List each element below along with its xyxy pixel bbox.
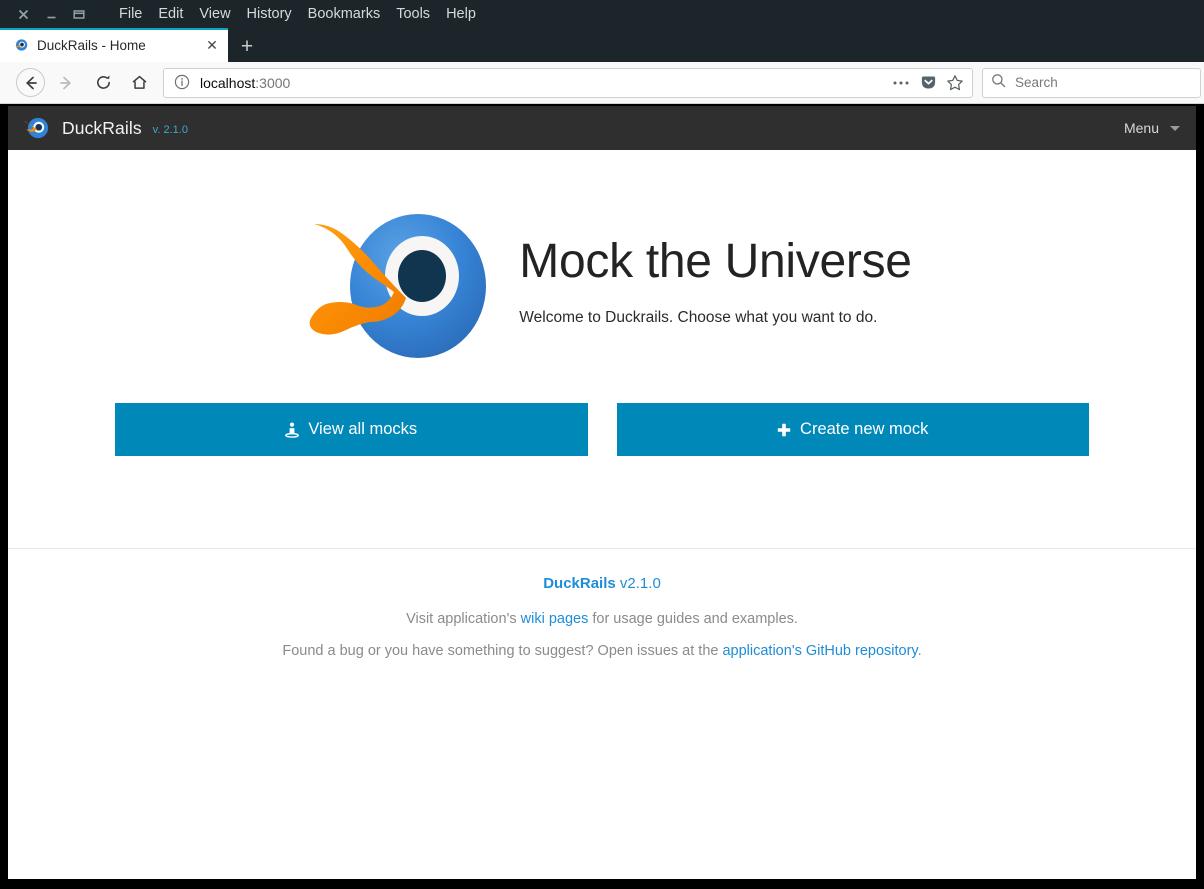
url-text[interactable]: localhost:3000 [200, 75, 891, 91]
footer-github-post: . [917, 643, 922, 659]
hero-section: Mock the Universe Welcome to Duckrails. … [8, 150, 1196, 366]
hero-subtitle: Welcome to Duckrails. Choose what you wa… [519, 308, 878, 326]
tab-strip: DuckRails - Home ✕ + [0, 28, 1204, 62]
forward-arrow-icon[interactable] [50, 67, 82, 99]
url-actions [891, 73, 965, 93]
chevron-down-icon [1170, 125, 1180, 131]
url-port: :3000 [255, 74, 291, 91]
url-host: localhost [200, 74, 256, 91]
search-input[interactable] [1015, 75, 1192, 90]
footer-brand-line: DuckRails v2.1.0 [8, 575, 1196, 592]
plus-icon [777, 423, 791, 437]
page-title: Mock the Universe [519, 235, 912, 289]
menu-view[interactable]: View [192, 4, 237, 24]
window-controls [0, 7, 86, 21]
page-info-icon[interactable] [174, 74, 191, 91]
view-all-mocks-button[interactable]: View all mocks [115, 403, 588, 456]
hero-duckrails-logo [296, 206, 501, 366]
view-mocks-icon [285, 422, 300, 438]
brand-name: DuckRails [62, 117, 142, 138]
brand-link[interactable]: DuckRails v. 2.1.0 [20, 113, 188, 143]
back-arrow-icon[interactable] [16, 68, 45, 97]
pocket-icon[interactable] [918, 73, 938, 93]
menu-tools[interactable]: Tools [389, 4, 437, 24]
footer-wiki-pre: Visit application's [406, 611, 521, 627]
search-bar[interactable] [982, 67, 1201, 98]
search-icon [991, 73, 1007, 93]
create-new-mock-button[interactable]: Create new mock [616, 403, 1089, 456]
footer-brand: DuckRails [543, 575, 616, 592]
nav-menu-dropdown[interactable]: Menu [1124, 120, 1180, 136]
new-tab-button[interactable]: + [228, 32, 266, 62]
footer-version: v2.1.0 [619, 575, 661, 592]
footer-github-pre: Found a bug or you have something to sug… [282, 643, 723, 659]
github-repository-link[interactable]: application's GitHub repository [722, 643, 917, 659]
footer-github-line: Found a bug or you have something to sug… [8, 643, 1196, 659]
wiki-pages-link[interactable]: wiki pages [521, 611, 589, 627]
maximize-icon[interactable] [72, 7, 86, 21]
action-buttons: View all mocks Create new mock [8, 366, 1196, 456]
browser-window: File Edit View History Bookmarks Tools H… [0, 0, 1204, 889]
tab-duckrails-home[interactable]: DuckRails - Home ✕ [0, 28, 228, 62]
close-icon[interactable] [16, 7, 30, 21]
navigation-toolbar: localhost:3000 [0, 62, 1204, 104]
tab-close-icon[interactable]: ✕ [202, 35, 222, 55]
brand-version: v. 2.1.0 [152, 124, 188, 136]
hero-text: Mock the Universe Welcome to Duckrails. … [501, 235, 912, 334]
duckrails-logo-icon [20, 113, 50, 143]
minimize-icon[interactable] [44, 7, 58, 21]
menu-history[interactable]: History [240, 4, 299, 24]
home-icon[interactable] [123, 67, 155, 99]
menu-help[interactable]: Help [439, 4, 483, 24]
reload-icon[interactable] [87, 67, 119, 99]
menu-bookmarks[interactable]: Bookmarks [301, 4, 388, 24]
footer-wiki-post: for usage guides and examples. [588, 611, 798, 627]
create-new-mock-label: Create new mock [800, 420, 929, 438]
duckrails-favicon [12, 37, 28, 53]
title-bar: File Edit View History Bookmarks Tools H… [0, 0, 1204, 28]
menu-file[interactable]: File [112, 4, 149, 24]
app-navbar: DuckRails v. 2.1.0 Menu [8, 106, 1196, 150]
bookmark-star-icon[interactable] [945, 73, 965, 93]
more-actions-icon[interactable] [891, 73, 911, 93]
tab-title: DuckRails - Home [37, 37, 146, 53]
url-bar[interactable]: localhost:3000 [163, 67, 973, 98]
footer: DuckRails v2.1.0 Visit application's wik… [8, 549, 1196, 659]
view-all-mocks-label: View all mocks [308, 420, 418, 438]
footer-wiki-line: Visit application's wiki pages for usage… [8, 611, 1196, 627]
nav-menu-label: Menu [1123, 120, 1159, 136]
page-viewport: DuckRails v. 2.1.0 Menu Mock the Univers… [8, 106, 1196, 879]
menu-bar: File Edit View History Bookmarks Tools H… [112, 4, 483, 24]
menu-edit[interactable]: Edit [151, 4, 190, 24]
